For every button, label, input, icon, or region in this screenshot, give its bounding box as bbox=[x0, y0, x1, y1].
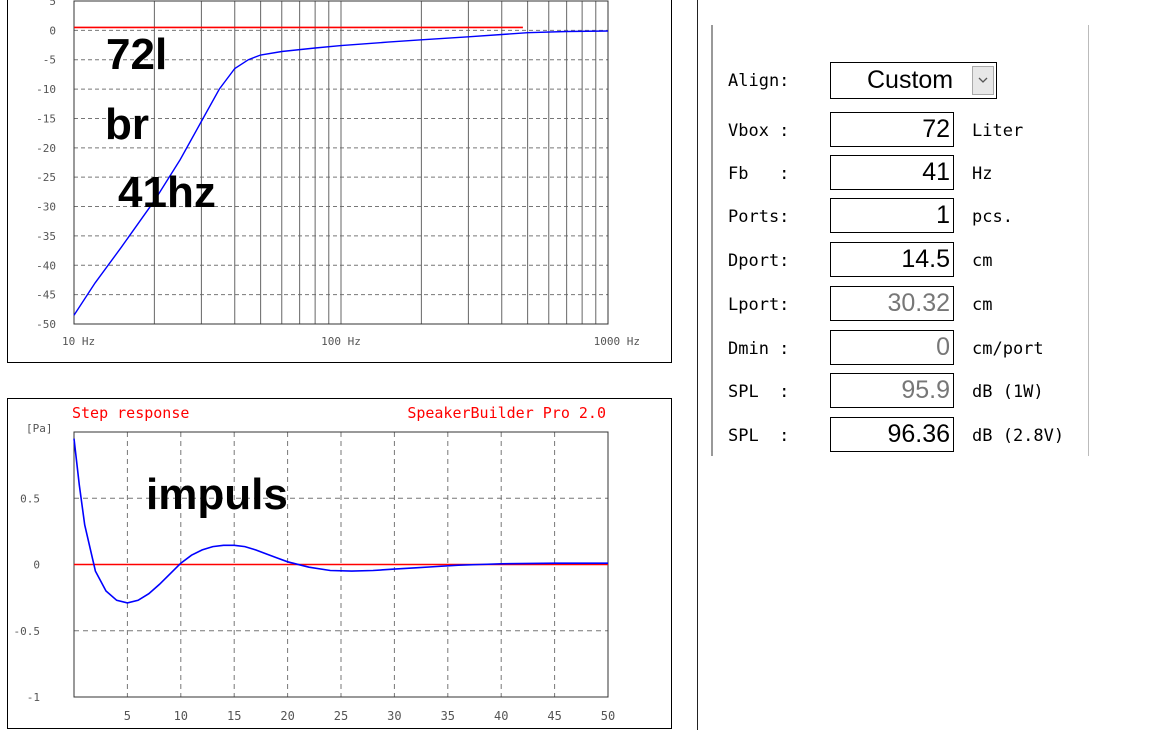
y-tick-label: -0.5 bbox=[14, 625, 41, 638]
spl-1w-field[interactable]: 95.9 bbox=[830, 373, 954, 408]
fb-field[interactable]: 41 bbox=[830, 155, 954, 190]
dport-field[interactable]: 14.5 bbox=[830, 242, 954, 277]
brand-label: SpeakerBuilder Pro 2.0 bbox=[407, 404, 606, 422]
y-tick-label: -15 bbox=[36, 112, 56, 125]
x-tick-label: 30 bbox=[387, 709, 401, 723]
y-tick-label: -10 bbox=[36, 83, 56, 96]
vbox-label: Vbox : bbox=[728, 121, 790, 141]
x-tick-label: 100 Hz bbox=[321, 335, 361, 348]
align-select[interactable]: Custom bbox=[830, 62, 997, 99]
x-tick-label: 35 bbox=[441, 709, 455, 723]
lport-field[interactable]: 30.32 bbox=[830, 286, 954, 321]
frequency-response-chart: 5 0 -5 -10 -15 -20 -25 -30 -35 -40 -45 -50 10 Hz 100… bbox=[36, 0, 640, 348]
ports-field[interactable]: 1 bbox=[830, 198, 954, 233]
x-tick-label: 25 bbox=[334, 709, 348, 723]
dmin-row: Dmin : 0 cm/port bbox=[728, 330, 1088, 367]
dport-row: Dport: 14.5 cm bbox=[728, 242, 1088, 279]
dport-label: Dport: bbox=[728, 251, 790, 271]
ports-row: Ports: 1 pcs. bbox=[728, 198, 1088, 235]
x-tick-label: 1000 Hz bbox=[594, 335, 640, 348]
dmin-field[interactable]: 0 bbox=[830, 330, 954, 365]
y-tick-label: -25 bbox=[36, 171, 56, 184]
fb-row: Fb : 41 Hz bbox=[728, 155, 1088, 192]
annotation-impulse: impuls bbox=[146, 470, 288, 519]
lport-label: Lport: bbox=[728, 295, 790, 315]
step-response-panel: 0.5 0 -0.5 -1 5 10 15 20 25 30 35 40 45 50 Step resp… bbox=[7, 398, 672, 729]
x-tick-label: 15 bbox=[227, 709, 241, 723]
y-tick-label: 0.5 bbox=[20, 492, 40, 505]
annotation-type: br bbox=[105, 100, 149, 149]
dmin-unit: cm/port bbox=[972, 339, 1044, 359]
y-tick-label: -50 bbox=[36, 318, 56, 331]
x-tick-label: 5 bbox=[124, 709, 131, 723]
annotation-tuning: 41hz bbox=[118, 168, 216, 217]
align-label: Align: bbox=[728, 71, 790, 91]
x-tick-label: 10 Hz bbox=[62, 335, 95, 348]
spl-2v8-label: SPL : bbox=[728, 426, 790, 446]
dropdown-button[interactable] bbox=[972, 66, 994, 95]
y-tick-label: -1 bbox=[27, 691, 40, 704]
y-unit-label: [Pa] bbox=[26, 422, 53, 435]
dmin-label: Dmin : bbox=[728, 339, 790, 359]
chevron-down-icon bbox=[978, 77, 988, 83]
vbox-field[interactable]: 72 bbox=[830, 112, 954, 147]
y-tick-label: 0 bbox=[33, 559, 40, 572]
x-tick-label: 20 bbox=[280, 709, 294, 723]
lport-unit: cm bbox=[972, 295, 993, 315]
spl-2v8-unit: dB (2.8V) bbox=[972, 426, 1065, 446]
vbox-unit: Liter bbox=[972, 121, 1024, 141]
y-tick-label: -30 bbox=[36, 201, 56, 214]
spl-2v8-field[interactable]: 96.36 bbox=[830, 417, 954, 452]
y-tick-label: 5 bbox=[49, 0, 56, 8]
y-tick-label: -20 bbox=[36, 142, 56, 155]
x-tick-label: 45 bbox=[547, 709, 561, 723]
align-value: Custom bbox=[867, 66, 954, 94]
x-tick-label: 40 bbox=[494, 709, 508, 723]
spl-1w-label: SPL : bbox=[728, 382, 790, 402]
spl-2v8-row: SPL : 96.36 dB (2.8V) bbox=[728, 417, 1088, 454]
dport-unit: cm bbox=[972, 251, 993, 271]
form-left-border bbox=[711, 25, 713, 456]
frequency-response-panel: 5 0 -5 -10 -15 -20 -25 -30 -35 -40 -45 -50 10 Hz 100… bbox=[7, 0, 672, 363]
y-tick-label: -35 bbox=[36, 230, 56, 243]
align-row: Align: Custom bbox=[728, 62, 1088, 99]
y-tick-label: -45 bbox=[36, 289, 56, 302]
x-tick-label: 10 bbox=[174, 709, 188, 723]
ports-unit: pcs. bbox=[972, 207, 1013, 227]
spl-1w-unit: dB (1W) bbox=[972, 382, 1044, 402]
fb-label: Fb : bbox=[728, 164, 790, 184]
lport-row: Lport: 30.32 cm bbox=[728, 286, 1088, 323]
form-right-border bbox=[1088, 25, 1089, 456]
spl-1w-row: SPL : 95.9 dB (1W) bbox=[728, 373, 1088, 410]
y-tick-label: -5 bbox=[43, 54, 56, 67]
ports-label: Ports: bbox=[728, 207, 790, 227]
x-tick-label: 50 bbox=[601, 709, 615, 723]
y-tick-label: -40 bbox=[36, 259, 56, 272]
y-tick-label: 0 bbox=[49, 24, 56, 37]
step-title: Step response bbox=[72, 404, 189, 422]
fb-unit: Hz bbox=[972, 164, 993, 184]
vbox-row: Vbox : 72 Liter bbox=[728, 112, 1088, 149]
annotation-volume: 72l bbox=[106, 30, 167, 79]
panel-divider bbox=[697, 0, 698, 730]
step-response-chart: 0.5 0 -0.5 -1 5 10 15 20 25 30 35 40 45 50 Step resp… bbox=[14, 404, 616, 723]
